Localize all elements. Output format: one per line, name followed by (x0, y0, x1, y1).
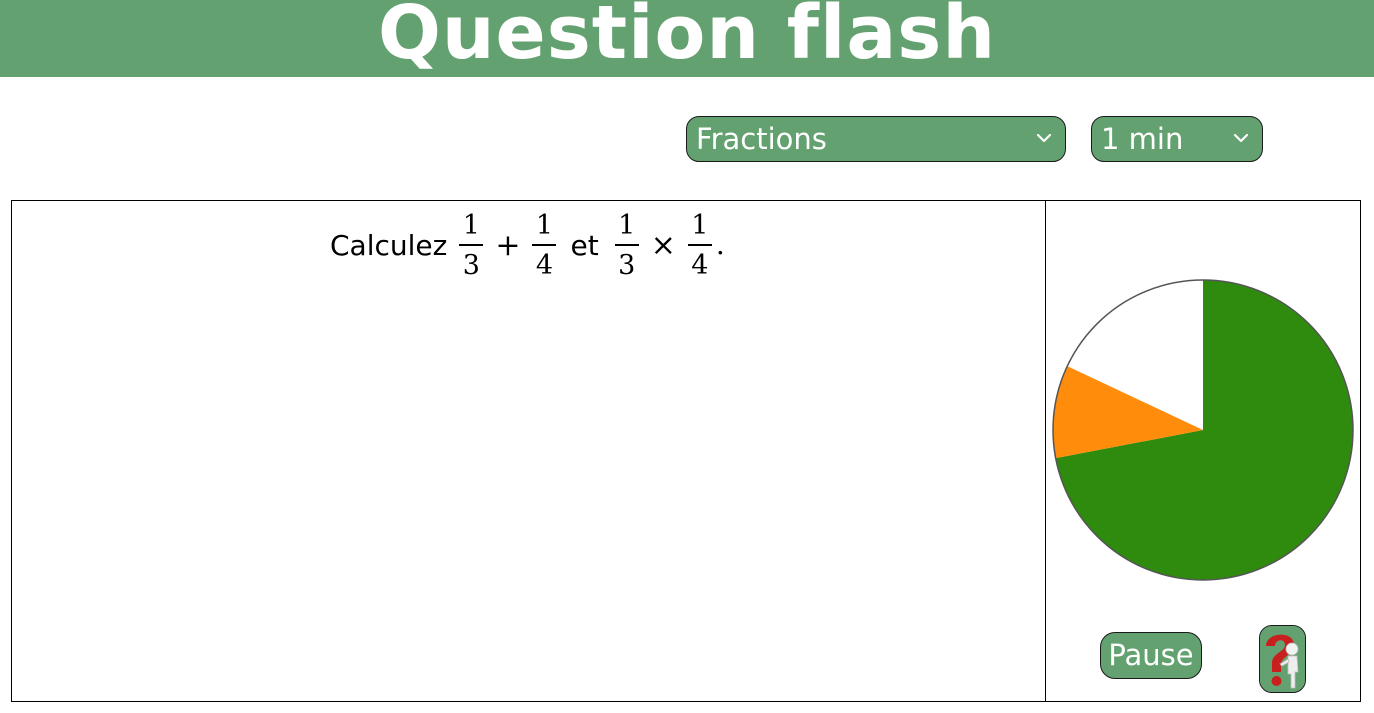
times-operator: × (650, 227, 676, 263)
fraction-denominator: 4 (691, 249, 709, 281)
fraction: 1 4 (687, 209, 712, 282)
help-button[interactable] (1259, 625, 1306, 693)
fraction-numerator: 1 (462, 209, 480, 241)
fraction-denominator: 3 (462, 249, 480, 281)
fraction-denominator: 3 (618, 249, 636, 281)
fraction-denominator: 4 (535, 249, 554, 281)
fraction-bar (687, 243, 712, 246)
question-prefix: Calculez (330, 228, 448, 262)
question-end-punctuation: . (715, 228, 725, 261)
page-header: Question flash (0, 0, 1374, 77)
question-text: Calculez 1 3 + 1 4 et 1 3 × 1 4 . (330, 205, 725, 285)
page-title: Question flash (377, 0, 997, 76)
fraction-bar (459, 243, 484, 246)
theme-select[interactable]: Fractions (686, 116, 1066, 162)
countdown-timer-pie (1052, 279, 1354, 581)
duration-select[interactable]: 1 min (1091, 116, 1263, 162)
question-mark-figure-icon (1260, 626, 1305, 692)
fraction-bar (532, 243, 557, 246)
chevron-down-icon (1233, 133, 1249, 143)
fraction: 1 4 (532, 209, 557, 282)
pause-button[interactable]: Pause (1100, 632, 1202, 679)
panel-divider (1045, 200, 1046, 702)
theme-select-value: Fractions (696, 122, 827, 156)
fraction-numerator: 1 (618, 209, 636, 241)
chevron-down-icon (1036, 133, 1052, 143)
fraction-bar (614, 243, 639, 246)
fraction: 1 3 (614, 209, 639, 282)
duration-select-value: 1 min (1101, 122, 1184, 156)
fraction-numerator: 1 (691, 209, 709, 241)
fraction-numerator: 1 (535, 209, 554, 241)
plus-operator: + (495, 227, 521, 263)
question-connector: et (570, 228, 599, 262)
fraction: 1 3 (459, 209, 484, 282)
